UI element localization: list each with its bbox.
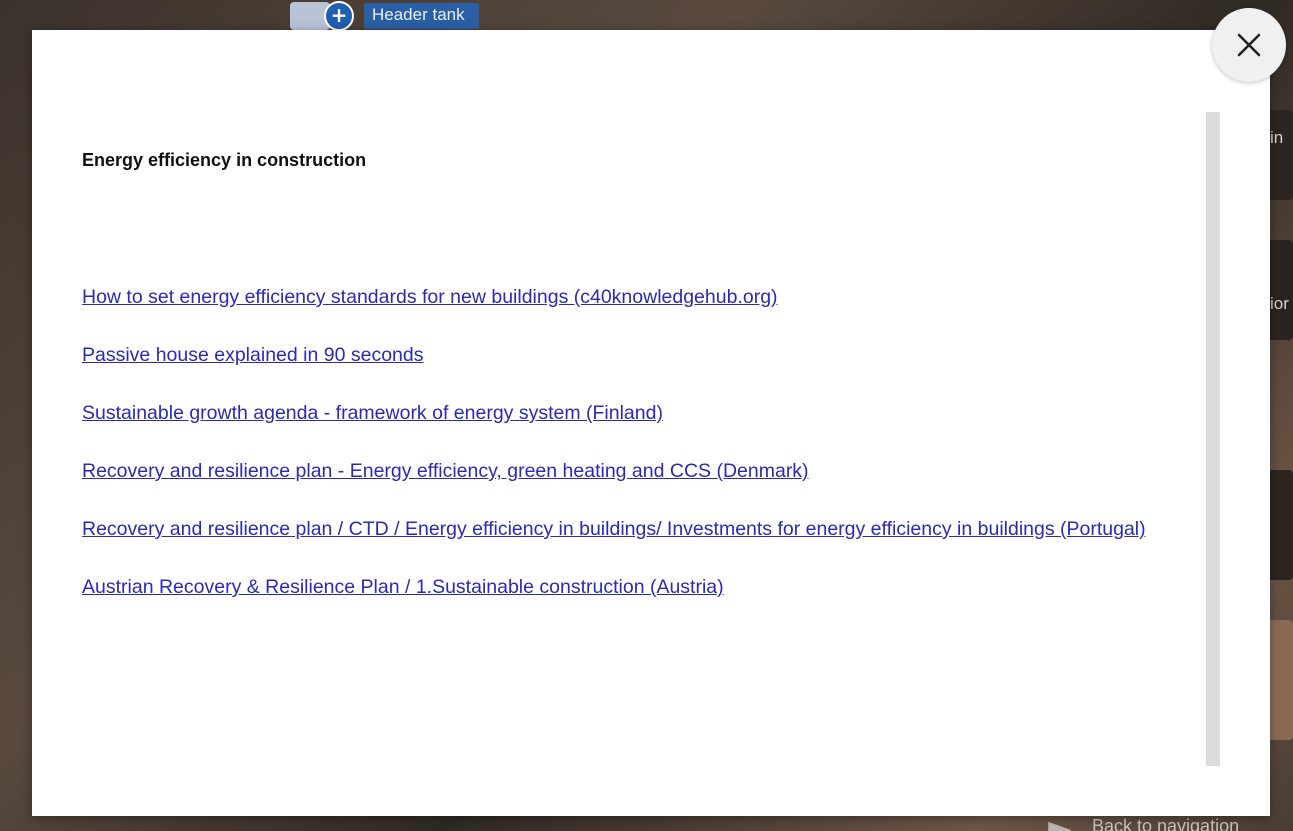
list-item: Austrian Recovery & Resilience Plan / 1.… — [82, 572, 1172, 602]
background-hotspot[interactable]: + Header tank — [290, 0, 479, 32]
close-button[interactable] — [1212, 8, 1286, 82]
resource-link[interactable]: Recovery and resilience plan - Energy ef… — [82, 460, 809, 482]
back-to-navigation-label[interactable]: Back to navigation — [1092, 816, 1239, 831]
list-item: Recovery and resilience plan / CTD / Ene… — [82, 514, 1172, 544]
modal-title: Energy efficiency in construction — [82, 150, 367, 170]
list-item: Sustainable growth agenda - framework of… — [82, 398, 1172, 428]
scrollbar[interactable] — [1206, 112, 1220, 766]
list-item: Passive house explained in 90 seconds — [82, 340, 1172, 370]
resource-link[interactable]: Passive house explained in 90 seconds — [82, 344, 423, 366]
resource-link[interactable]: Sustainable growth agenda - framework of… — [82, 402, 663, 424]
hotspot-label[interactable]: Header tank — [364, 3, 479, 29]
resource-link[interactable]: Recovery and resilience plan / CTD / Ene… — [82, 518, 1146, 540]
modal-content: Energy efficiency in construction How to… — [32, 30, 1212, 816]
background-text: ior — [1270, 294, 1289, 313]
resource-link[interactable]: How to set energy efficiency standards f… — [82, 286, 778, 308]
background-text: in — [1270, 128, 1284, 147]
info-modal: Energy efficiency in construction How to… — [32, 30, 1270, 816]
navigation-arrow-icon — [1036, 813, 1072, 831]
list-item: Recovery and resilience plan - Energy ef… — [82, 456, 1172, 486]
scrollbar-thumb[interactable] — [1206, 112, 1220, 766]
resource-link[interactable]: Austrian Recovery & Resilience Plan / 1.… — [82, 576, 724, 598]
resource-link-list: How to set energy efficiency standards f… — [82, 282, 1172, 630]
close-icon — [1237, 33, 1261, 57]
list-item: How to set energy efficiency standards f… — [82, 282, 1172, 312]
plus-icon[interactable]: + — [324, 1, 354, 31]
